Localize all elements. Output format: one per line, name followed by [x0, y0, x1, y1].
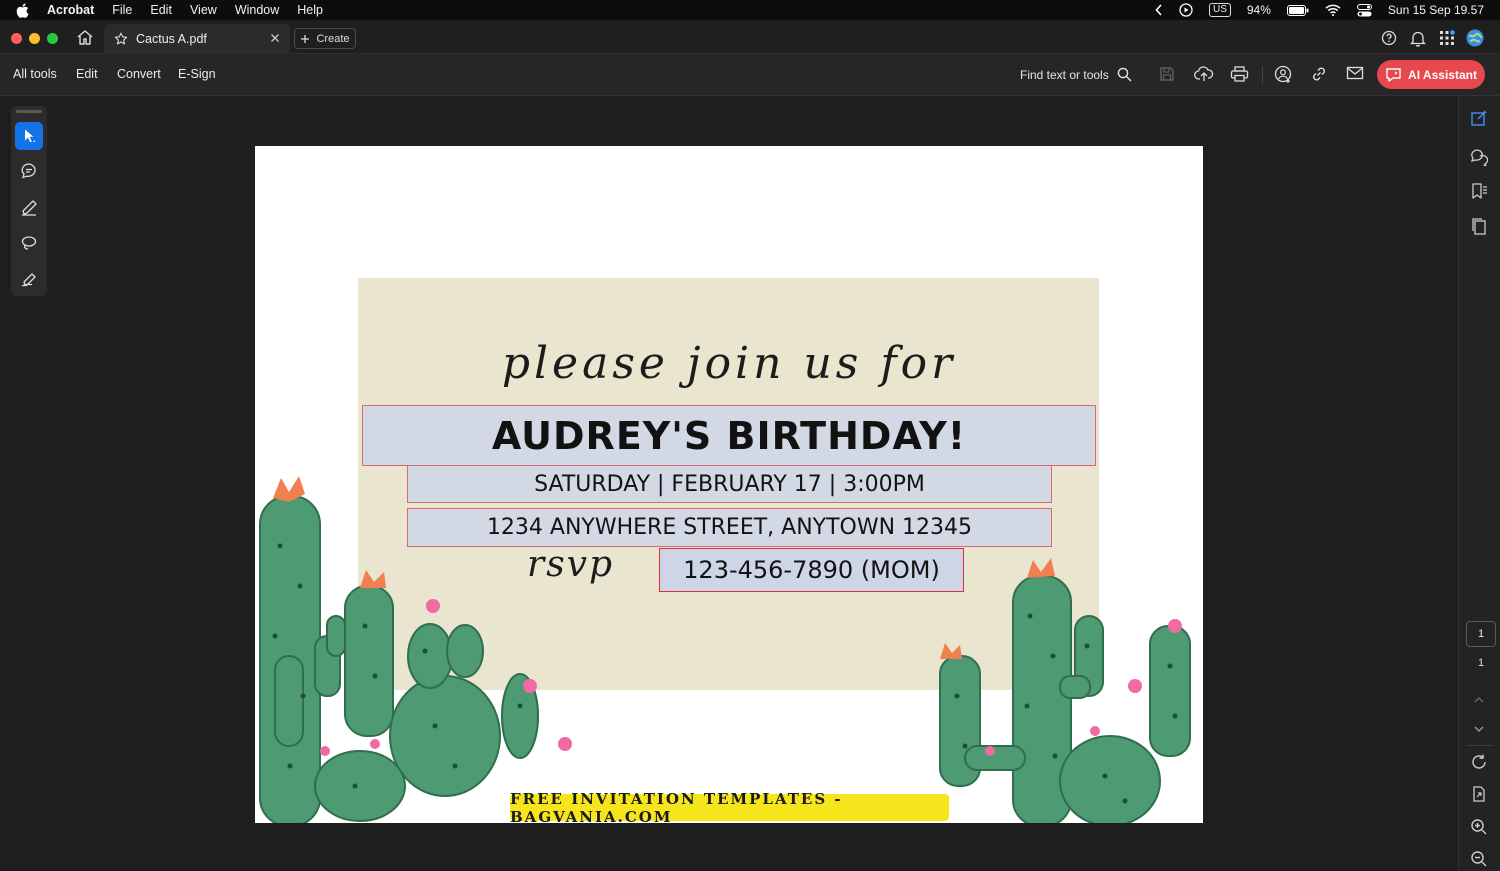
find-label: Find text or tools: [1020, 67, 1109, 82]
upload-cloud-icon[interactable]: [1194, 65, 1214, 85]
bookmarks-icon[interactable]: [1470, 182, 1490, 202]
app-name[interactable]: Acrobat: [47, 3, 94, 17]
fill-and-sign-button[interactable]: [15, 265, 43, 293]
save-icon[interactable]: [1158, 65, 1178, 85]
find-text-or-tools[interactable]: Find text or tools: [1020, 67, 1132, 82]
page-number-input[interactable]: 1: [1466, 621, 1496, 647]
comment-icon: [20, 162, 38, 180]
palette-drag-handle[interactable]: [16, 110, 42, 113]
quick-tools-palette: [11, 106, 47, 296]
chevron-up-icon[interactable]: [1470, 691, 1490, 711]
zoom-out-icon[interactable]: [1470, 850, 1490, 870]
star-icon[interactable]: [114, 32, 128, 46]
menu-view[interactable]: View: [190, 3, 217, 17]
user-avatar[interactable]: [1466, 29, 1484, 47]
page-total: 1: [1477, 657, 1485, 669]
create-label: Create: [316, 32, 350, 45]
window-zoom-button[interactable]: [47, 33, 58, 44]
create-button[interactable]: Create: [294, 28, 356, 49]
pdf-page[interactable]: please join us for AUDREY'S BIRTHDAY! SA…: [255, 146, 1203, 823]
footer-banner: FREE INVITATION TEMPLATES - BAGVANIA.COM: [510, 790, 949, 823]
pencil-highlight-icon: [20, 198, 38, 216]
macos-menu-bar: Acrobat File Edit View Window Help US 94…: [0, 0, 1500, 20]
cactus-illustration-left: [259, 476, 572, 823]
main-toolbar: All tools Edit Convert E-Sign Find text …: [0, 54, 1500, 96]
script-heading: please join us for: [501, 338, 957, 389]
input-source-indicator[interactable]: US: [1208, 3, 1231, 17]
menu-edit-tools[interactable]: Edit: [76, 67, 98, 81]
menu-all-tools[interactable]: All tools: [13, 67, 57, 81]
form-field-phone[interactable]: 123-456-7890 (MOM): [659, 548, 964, 592]
zoom-in-icon[interactable]: [1470, 818, 1490, 838]
menu-help[interactable]: Help: [297, 3, 323, 17]
plus-icon: [300, 34, 310, 44]
select-tool-button[interactable]: [15, 122, 43, 150]
add-comment-button[interactable]: [15, 157, 43, 185]
home-icon[interactable]: [76, 29, 94, 46]
draw-freeform-button[interactable]: [15, 229, 43, 257]
battery-percent: 94%: [1246, 3, 1271, 17]
comments-panel-icon[interactable]: [1470, 148, 1490, 168]
menu-edit[interactable]: Edit: [150, 3, 172, 17]
ai-assistant-label: AI Assistant: [1408, 67, 1477, 82]
help-icon[interactable]: [1381, 30, 1397, 46]
apps-grid-icon[interactable]: [1439, 30, 1455, 46]
tab-title: Cactus A.pdf: [136, 32, 207, 46]
control-center-icon[interactable]: [1356, 3, 1372, 17]
wifi-icon[interactable]: [1325, 4, 1341, 16]
form-field-name[interactable]: AUDREY'S BIRTHDAY!: [362, 405, 1096, 466]
chevron-down-icon[interactable]: [1470, 720, 1490, 740]
window-close-button[interactable]: [11, 33, 22, 44]
rotate-icon[interactable]: [1470, 753, 1490, 773]
pen-sign-icon: [20, 270, 38, 288]
cursor-arrow-icon: [22, 128, 36, 144]
battery-icon[interactable]: [1286, 4, 1309, 16]
right-side-panel: 1 1: [1458, 96, 1500, 871]
tab-bar: Cactus A.pdf Create: [0, 22, 1500, 54]
lasso-draw-icon: [20, 234, 38, 252]
page-thumbnails-icon[interactable]: [1470, 217, 1490, 237]
notifications-bell-icon[interactable]: [1410, 30, 1426, 47]
cactus-illustration-right: [939, 558, 1191, 823]
apple-icon[interactable]: [16, 2, 29, 18]
close-tab-icon[interactable]: [270, 33, 280, 43]
edit-page-icon[interactable]: [1470, 109, 1490, 129]
email-icon[interactable]: [1346, 65, 1366, 85]
document-tab[interactable]: Cactus A.pdf: [104, 24, 290, 54]
ai-assistant-icon: [1385, 67, 1402, 83]
menu-window[interactable]: Window: [235, 3, 279, 17]
window-minimize-button[interactable]: [29, 33, 40, 44]
menu-e-sign[interactable]: E-Sign: [178, 67, 216, 81]
link-icon[interactable]: [1310, 65, 1330, 85]
highlight-tool-button[interactable]: [15, 193, 43, 221]
menu-file[interactable]: File: [112, 3, 132, 17]
ai-assistant-button[interactable]: AI Assistant: [1377, 60, 1485, 89]
share-with-people-icon[interactable]: [1274, 65, 1294, 85]
search-icon: [1117, 67, 1132, 82]
menubar-clock[interactable]: Sun 15 Sep 19.57: [1388, 3, 1484, 17]
menu-convert[interactable]: Convert: [117, 67, 161, 81]
play-circle-icon[interactable]: [1179, 3, 1193, 17]
chevron-left-icon[interactable]: [1155, 4, 1163, 16]
print-icon[interactable]: [1230, 65, 1250, 85]
toolbar-divider: [1262, 66, 1263, 84]
page-export-icon[interactable]: [1470, 785, 1490, 805]
rail-divider: [1466, 745, 1494, 746]
